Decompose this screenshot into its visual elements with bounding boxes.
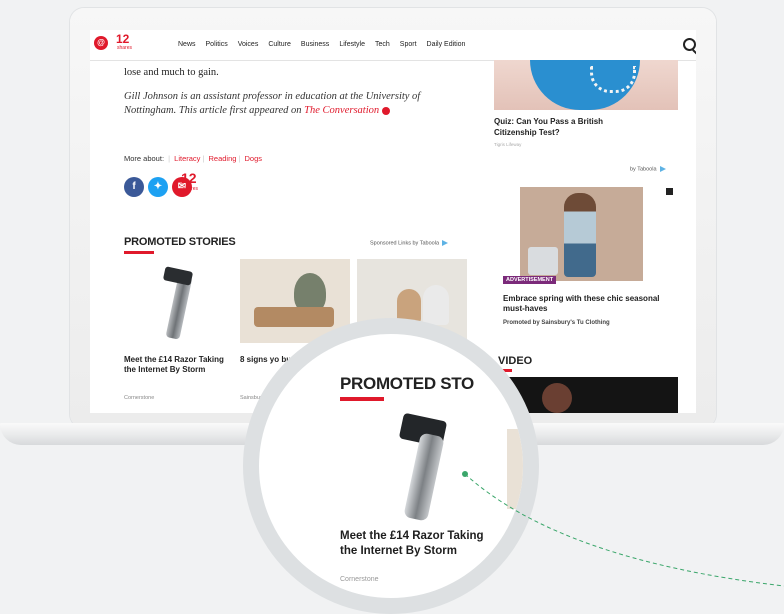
pointer-annotation (462, 471, 784, 587)
pointer-dashed-line (464, 473, 784, 587)
